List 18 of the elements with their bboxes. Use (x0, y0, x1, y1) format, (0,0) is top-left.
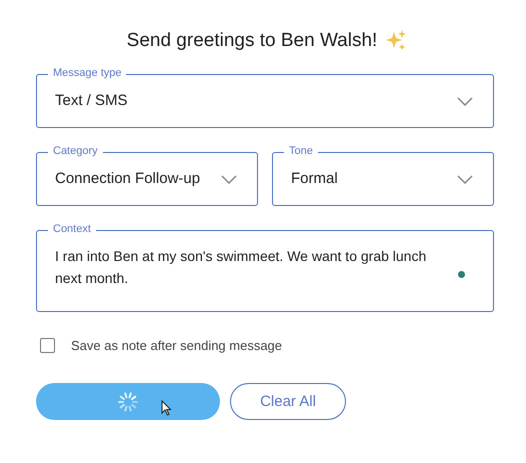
loading-spinner-icon (117, 390, 139, 412)
send-button[interactable] (36, 383, 220, 420)
field-value: Formal (291, 169, 339, 189)
chevron-down-icon (457, 96, 473, 106)
sparkles-icon (385, 30, 408, 52)
field-value: I ran into Ben at my son's swimmeet. We want to grab lunch next month. (55, 247, 428, 288)
field-label: Category (48, 144, 103, 159)
field-value: Text / SMS (55, 91, 129, 111)
chevron-down-icon (221, 174, 237, 184)
status-dot-icon (458, 271, 465, 278)
chevron-down-icon (457, 174, 473, 184)
clear-all-button[interactable]: Clear All (230, 383, 346, 420)
field-label: Message type (48, 66, 126, 81)
checkbox[interactable] (40, 338, 55, 353)
field-value: Connection Follow-up (55, 169, 202, 189)
checkbox-label: Save as note after sending message (71, 338, 282, 353)
page-title: Send greetings to Ben Walsh! (126, 30, 378, 52)
cursor-icon (161, 400, 172, 416)
